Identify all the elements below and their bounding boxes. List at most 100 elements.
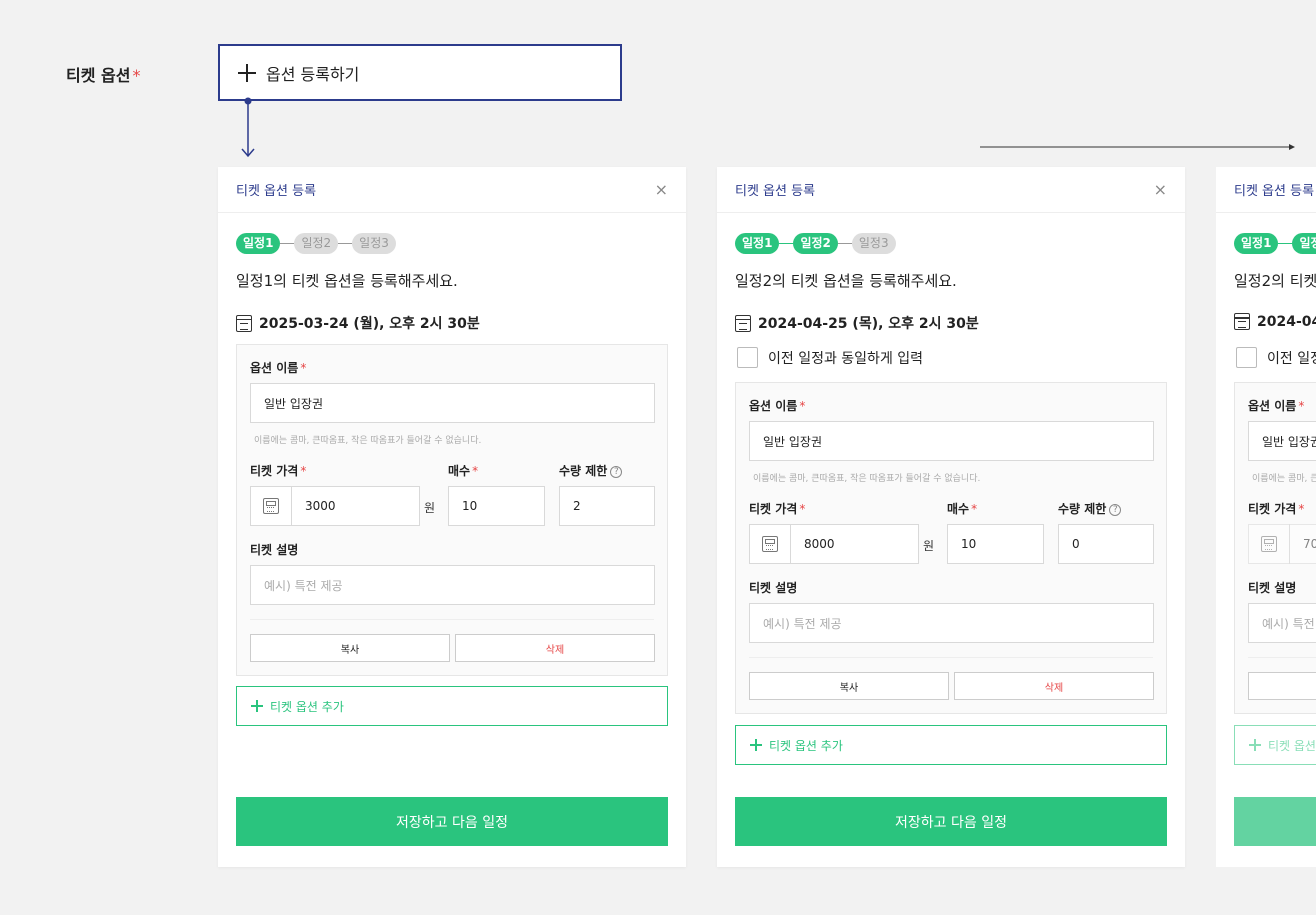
option-name-label: 옵션 이름 *: [1248, 399, 1305, 413]
calendar-icon: [1234, 313, 1250, 330]
plus-icon: [750, 739, 762, 751]
option-name-input[interactable]: 일반 입장권: [1248, 421, 1316, 461]
save-next-button[interactable]: 저장하고 다음 일정: [735, 797, 1167, 846]
panel-header: 티켓 옵션 등록 ×: [218, 167, 686, 213]
step-connector: [1278, 243, 1293, 244]
save-next-button[interactable]: 저장하고 다음 일정: [236, 797, 668, 846]
schedule-date-text: 2024-04-25 (목), 오후 2시 30분: [758, 316, 979, 332]
option-name-hint: 이름에는 콤마, 큰따옴표, 작은 따옴표가 들어갈 수 없습니다.: [1252, 474, 1316, 484]
step-2[interactable]: 일정2: [793, 233, 838, 254]
panel-heading: 일정2의 티켓 옵션을 등록해주세요.: [1234, 272, 1316, 290]
delete-button[interactable]: 삭제: [954, 672, 1154, 700]
flow-arrows: [241, 97, 1295, 158]
save-next-button[interactable]: [1234, 797, 1316, 846]
ticket-price-label-text: 티켓 가격: [749, 502, 798, 516]
step-connector: [837, 243, 852, 244]
step-indicator: 일정1 일정2 일정3: [236, 233, 396, 254]
quantity-limit-input[interactable]: 2: [559, 486, 655, 526]
price-calculator-button[interactable]: [1248, 524, 1290, 564]
divider: [250, 619, 654, 620]
add-ticket-option-button[interactable]: 티켓 옵션 추가: [1234, 725, 1316, 765]
ticket-count-input[interactable]: 10: [947, 524, 1044, 564]
close-icon[interactable]: ×: [1154, 180, 1167, 199]
add-ticket-option-label: 티켓 옵션 추가: [270, 699, 344, 714]
panel-title: 티켓 옵션 등록: [735, 184, 816, 199]
quantity-limit-label: 수량 제한?: [559, 462, 623, 479]
step-1[interactable]: 일정1: [735, 233, 780, 254]
plus-icon: [251, 700, 263, 712]
same-as-previous-label: 이전 일정과 동일하게 입력: [768, 350, 924, 367]
option-name-label-text: 옵션 이름: [749, 399, 798, 413]
option-name-label: 옵션 이름 *: [250, 361, 307, 375]
calculator-icon: [263, 498, 279, 514]
quantity-limit-label-text: 수량 제한: [559, 464, 608, 478]
step-connector: [779, 243, 794, 244]
price-calculator-button[interactable]: [749, 524, 791, 564]
step-3[interactable]: 일정3: [851, 233, 896, 254]
copy-button[interactable]: 복사: [749, 672, 949, 700]
schedule-date: 2024-04-: [1234, 313, 1316, 330]
step-connector: [280, 243, 295, 244]
help-icon[interactable]: ?: [610, 465, 623, 478]
help-icon[interactable]: ?: [1109, 503, 1122, 516]
option-name-hint: 이름에는 콤마, 큰따옴표, 작은 따옴표가 들어갈 수 없습니다.: [753, 474, 981, 484]
ticket-description-label: 티켓 설명: [250, 543, 299, 557]
panel-heading: 일정1의 티켓 옵션을 등록해주세요.: [236, 272, 458, 290]
ticket-count-label: 매수 *: [947, 502, 978, 516]
ticket-description-input[interactable]: 예시) 특전 제공: [250, 565, 655, 605]
add-ticket-option-label: 티켓 옵션 추가: [769, 738, 843, 753]
option-name-input[interactable]: 일반 입장권: [749, 421, 1154, 461]
ticket-count-input[interactable]: 10: [448, 486, 545, 526]
checkbox[interactable]: [1236, 347, 1257, 368]
panel-title: 티켓 옵션 등록: [236, 184, 317, 199]
ticket-count-label: 매수 *: [448, 464, 479, 478]
close-icon[interactable]: ×: [655, 180, 668, 199]
step-1[interactable]: 일정1: [236, 233, 281, 254]
ticket-price-label-text: 티켓 가격: [1248, 502, 1297, 516]
price-calculator-button[interactable]: [250, 486, 292, 526]
schedule-date: 2025-03-24 (월), 오후 2시 30분: [236, 313, 480, 333]
ticket-price-label: 티켓 가격 *: [1248, 502, 1305, 516]
delete-button[interactable]: 삭제: [455, 634, 655, 662]
add-ticket-option-label: 티켓 옵션 추가: [1268, 738, 1316, 753]
option-panel-3-clip: 티켓 옵션 등록 일정1 일정2 일정2의 티켓 옵션을 등록해주세요. 202…: [1216, 167, 1316, 867]
copy-button[interactable]: [1248, 672, 1316, 700]
step-connector: [338, 243, 353, 244]
schedule-date-text: 2024-04-: [1257, 313, 1316, 330]
same-as-previous-label: 이전 일정과 동일하게 입력: [1267, 350, 1316, 367]
checkbox[interactable]: [737, 347, 758, 368]
same-as-previous-checkbox[interactable]: 이전 일정과 동일하게 입력: [737, 347, 923, 368]
option-card: 옵션 이름* 일반 입장권 이름에는 콤마, 큰따옴표, 작은 따옴표가 들어갈…: [1234, 382, 1316, 714]
down-arrow-dot: [244, 97, 252, 105]
option-card: 옵션 이름* 일반 입장권 이름에는 콤마, 큰따옴표, 작은 따옴표가 들어갈…: [735, 382, 1167, 714]
add-ticket-option-button[interactable]: 티켓 옵션 추가: [236, 686, 668, 726]
calendar-icon: [735, 314, 751, 332]
ticket-price-label-text: 티켓 가격: [250, 464, 299, 478]
option-panel-3: 티켓 옵션 등록 일정1 일정2 일정2의 티켓 옵션을 등록해주세요. 202…: [1216, 167, 1316, 867]
quantity-limit-input[interactable]: 0: [1058, 524, 1154, 564]
schedule-date-text: 2025-03-24 (월), 오후 2시 30분: [259, 316, 480, 332]
ticket-description-input[interactable]: 예시) 특전 제공: [749, 603, 1154, 643]
option-name-hint: 이름에는 콤마, 큰따옴표, 작은 따옴표가 들어갈 수 없습니다.: [254, 436, 482, 446]
option-card: 옵션 이름* 일반 입장권 이름에는 콤마, 큰따옴표, 작은 따옴표가 들어갈…: [236, 344, 668, 676]
ticket-description-label: 티켓 설명: [749, 581, 798, 595]
step-2[interactable]: 일정2: [294, 233, 339, 254]
add-ticket-option-button[interactable]: 티켓 옵션 추가: [735, 725, 1167, 765]
option-panel-1: 티켓 옵션 등록 × 일정1 일정2 일정3 일정1의 티켓 옵션을 등록해주세…: [218, 167, 686, 867]
copy-button[interactable]: 복사: [250, 634, 450, 662]
quantity-limit-label: 수량 제한?: [1058, 500, 1122, 517]
same-as-previous-checkbox[interactable]: 이전 일정과 동일하게 입력: [1236, 347, 1316, 368]
step-1[interactable]: 일정1: [1234, 233, 1279, 254]
ticket-price-input[interactable]: 8000: [790, 524, 919, 564]
option-name-label-text: 옵션 이름: [250, 361, 299, 375]
step-2[interactable]: 일정2: [1292, 233, 1316, 254]
panel-title: 티켓 옵션 등록: [1234, 184, 1315, 199]
ticket-description-input[interactable]: 예시) 특전 제공: [1248, 603, 1316, 643]
currency-unit: 원: [923, 539, 935, 553]
ticket-price-label: 티켓 가격 *: [749, 502, 806, 516]
option-panel-2: 티켓 옵션 등록 × 일정1 일정2 일정3 일정2의 티켓 옵션을 등록해주세…: [717, 167, 1185, 867]
option-name-input[interactable]: 일반 입장권: [250, 383, 655, 423]
step-3[interactable]: 일정3: [352, 233, 396, 254]
ticket-price-input[interactable]: 3000: [291, 486, 420, 526]
ticket-price-input[interactable]: 70: [1289, 524, 1316, 564]
